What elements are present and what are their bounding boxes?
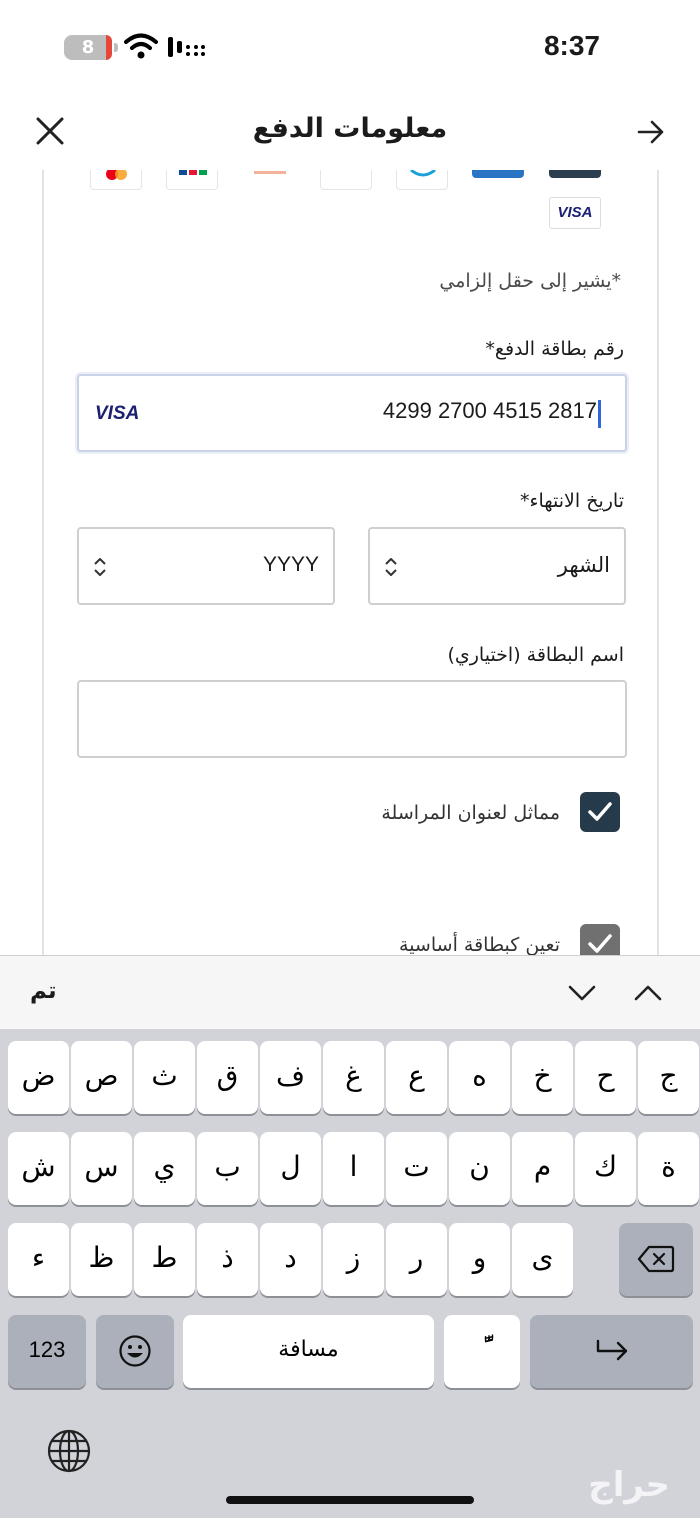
key-letter[interactable]: ى — [512, 1223, 573, 1296]
card-logo-blue-arc — [396, 170, 448, 190]
key-letter[interactable]: ح — [575, 1041, 636, 1114]
same-address-checkbox[interactable] — [580, 792, 620, 832]
key-letter[interactable]: ظ — [71, 1223, 132, 1296]
return-icon — [596, 1339, 627, 1361]
diacritic-key[interactable]: ًّ — [444, 1315, 520, 1388]
keyboard-accessory-bar: تم — [0, 955, 700, 1029]
select-arrows-icon — [385, 558, 397, 576]
clock: 8:37 — [543, 30, 600, 61]
payment-form: VISA *يشير إلى حقل إلزامي رقم بطاقة الدف… — [42, 170, 659, 960]
key-letter[interactable]: ق — [197, 1041, 258, 1114]
card-number-input[interactable]: 4299 2700 4515 2817 VISA — [77, 374, 627, 452]
key-letter[interactable]: ء — [8, 1223, 69, 1296]
page-title: معلومات الدفع — [252, 113, 448, 144]
emoji-key[interactable] — [96, 1315, 174, 1388]
key-letter[interactable]: ت — [386, 1132, 447, 1205]
return-key[interactable] — [530, 1315, 693, 1388]
battery-low-segment — [106, 35, 112, 60]
delete-key[interactable] — [619, 1223, 693, 1296]
text-caret — [598, 400, 601, 428]
header: معلومات الدفع — [0, 95, 700, 170]
cellular-signal-icon — [168, 37, 205, 57]
key-letter[interactable]: ل — [260, 1132, 321, 1205]
key-letter[interactable]: ه — [449, 1041, 510, 1114]
backspace-icon — [637, 1245, 675, 1273]
primary-card-label: تعين كبطاقة أساسية — [399, 934, 560, 956]
home-indicator — [226, 1496, 474, 1504]
required-note: *يشير إلى حقل إلزامي — [439, 270, 621, 292]
key-letter[interactable]: ا — [323, 1132, 384, 1205]
jcb-logo — [166, 170, 218, 190]
month-select[interactable]: الشهر — [368, 527, 626, 605]
card-number-label: رقم بطاقة الدفع* — [485, 338, 624, 360]
key-letter[interactable]: ض — [8, 1041, 69, 1114]
keyboard: تم ضصثقفغعهخحج شسيبلاتنمكة ءظطذدزروى 123… — [0, 955, 700, 1518]
status-bar: 8 8:37 — [0, 0, 700, 95]
card-logo-dark — [549, 170, 601, 178]
key-letter[interactable]: د — [260, 1223, 321, 1296]
key-letter[interactable]: ن — [449, 1132, 510, 1205]
same-address-label: مماثل لعنوان المراسلة — [381, 802, 560, 824]
key-letter[interactable]: ش — [8, 1132, 69, 1205]
key-letter[interactable]: ط — [134, 1223, 195, 1296]
chevron-down-icon[interactable] — [567, 978, 597, 1008]
advantage-logo — [244, 170, 296, 190]
card-number-value: 4299 2700 4515 2817 — [382, 398, 597, 423]
checkmark-icon — [588, 802, 612, 821]
globe-icon[interactable] — [46, 1428, 92, 1474]
month-select-value: الشهر — [557, 553, 610, 577]
key-letter[interactable]: ع — [386, 1041, 447, 1114]
battery-level: 8 — [81, 37, 95, 58]
key-letter[interactable]: ف — [260, 1041, 321, 1114]
key-letter[interactable]: خ — [512, 1041, 573, 1114]
watermark: حراج — [588, 1465, 670, 1505]
key-letter[interactable]: ج — [638, 1041, 699, 1114]
year-select[interactable]: YYYY — [77, 527, 335, 605]
arrow-right-icon[interactable] — [636, 117, 666, 147]
mastercard-logo — [90, 170, 142, 190]
key-letter[interactable]: ب — [197, 1132, 258, 1205]
space-key[interactable]: مسافة — [183, 1315, 434, 1388]
key-letter[interactable]: غ — [323, 1041, 384, 1114]
key-letter[interactable]: م — [512, 1132, 573, 1205]
checkmark-icon — [588, 934, 612, 953]
chevron-up-icon[interactable] — [633, 978, 663, 1008]
key-letter[interactable]: ص — [71, 1041, 132, 1114]
key-letter[interactable]: ذ — [197, 1223, 258, 1296]
select-arrows-icon — [94, 558, 106, 576]
key-letter[interactable]: ر — [386, 1223, 447, 1296]
key-letter[interactable]: و — [449, 1223, 510, 1296]
year-select-value: YYYY — [262, 553, 319, 576]
amex-logo — [472, 170, 524, 178]
done-button[interactable]: تم — [30, 978, 57, 1004]
emoji-icon — [119, 1335, 151, 1367]
key-letter[interactable]: ث — [134, 1041, 195, 1114]
key-letter[interactable]: ة — [638, 1132, 699, 1205]
card-name-input[interactable] — [77, 680, 627, 758]
key-letter[interactable]: س — [71, 1132, 132, 1205]
key-letter[interactable]: ز — [323, 1223, 384, 1296]
numbers-key[interactable]: 123 — [8, 1315, 86, 1388]
card-name-label: اسم البطاقة (اختياري) — [447, 644, 624, 666]
wifi-icon — [124, 33, 158, 59]
visa-logo: VISA — [549, 197, 601, 229]
card-brand-visa-icon: VISA — [95, 403, 140, 424]
battery-indicator: 8 — [64, 35, 118, 60]
key-letter[interactable]: ي — [134, 1132, 195, 1205]
expiry-label: تاريخ الانتهاء* — [520, 490, 624, 512]
key-letter[interactable]: ك — [575, 1132, 636, 1205]
card-logo-blank — [320, 170, 372, 190]
